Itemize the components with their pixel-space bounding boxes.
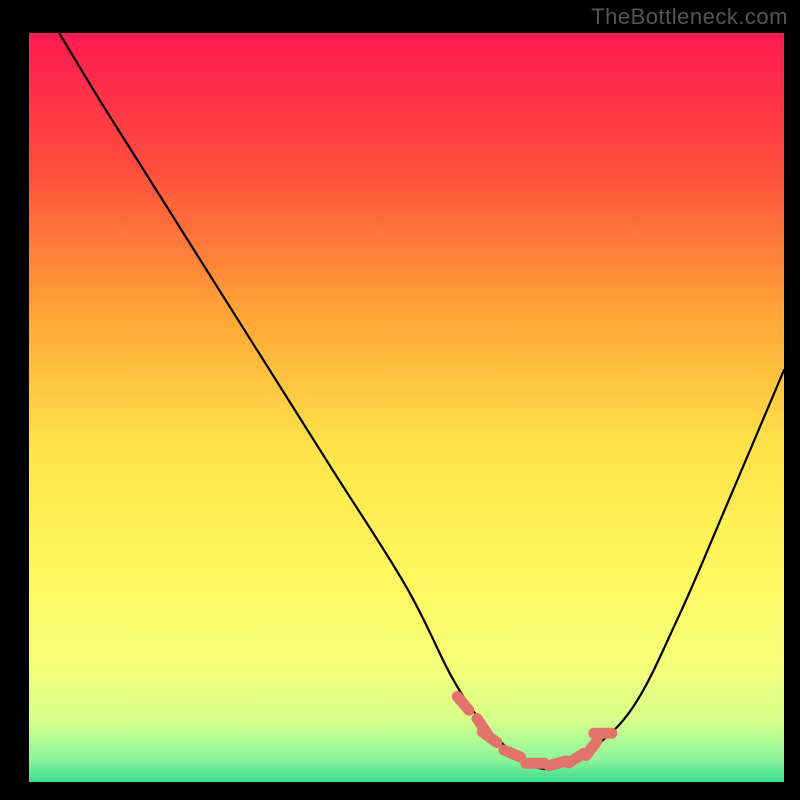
bottleneck-chart — [0, 0, 800, 800]
gradient-background — [29, 33, 784, 782]
highlight-dash — [504, 750, 521, 757]
chart-stage: TheBottleneck.com — [0, 0, 800, 800]
